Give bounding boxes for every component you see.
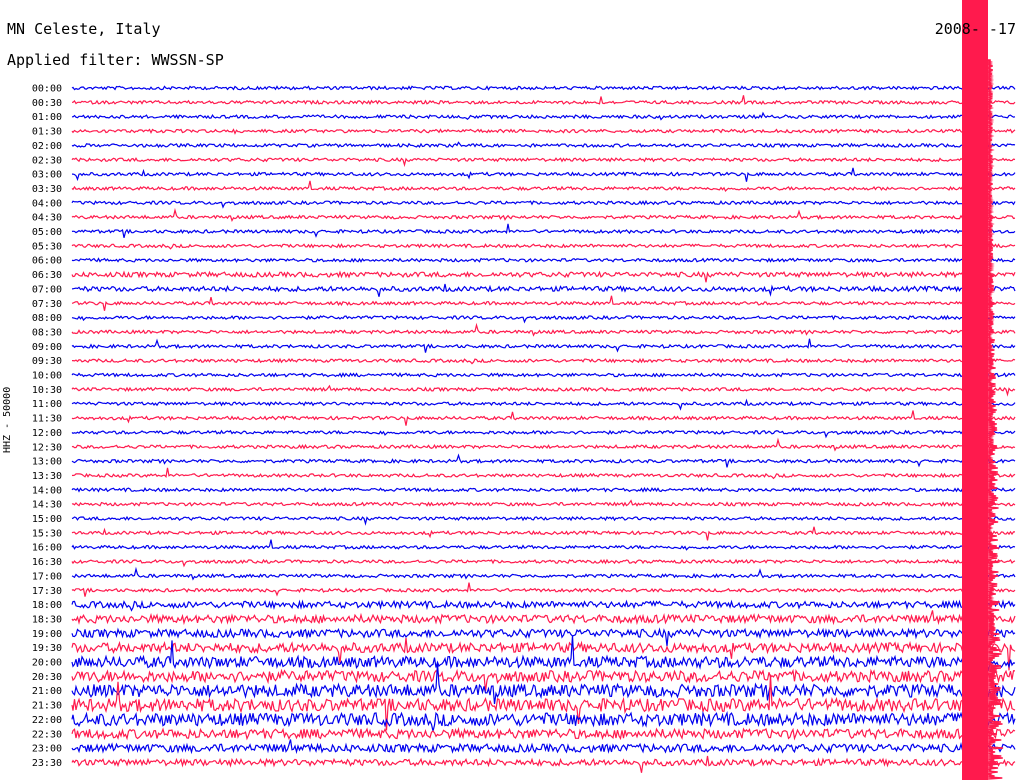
trace-line	[71, 467, 1016, 480]
trace-line	[71, 755, 1016, 773]
time-tick-label: 06:30	[32, 270, 62, 281]
trace-line	[71, 128, 1016, 135]
trace-line	[71, 453, 1016, 468]
time-tick-label: 22:30	[32, 729, 62, 740]
time-tick-label: 09:30	[32, 356, 62, 367]
time-tick-label: 02:00	[32, 141, 62, 152]
time-tick-label: 23:30	[32, 758, 62, 769]
time-tick-label: 18:30	[32, 614, 62, 625]
time-tick-label: 00:00	[32, 84, 62, 95]
trace-line	[71, 558, 1016, 568]
time-tick-label: 17:00	[32, 571, 62, 582]
trace-line	[71, 199, 1016, 209]
trace-line	[71, 314, 1016, 324]
trace-line	[71, 85, 1016, 91]
time-tick-label: 17:30	[32, 586, 62, 597]
trace-line	[71, 526, 1015, 541]
trace-line	[71, 710, 1016, 732]
trace-line	[71, 635, 1016, 671]
time-tick-label: 13:30	[32, 471, 62, 482]
trace-line	[72, 95, 1016, 106]
time-tick-label: 18:00	[32, 600, 62, 611]
trace-line	[71, 499, 1016, 507]
trace-line	[71, 295, 1016, 311]
time-tick-label: 15:30	[32, 528, 62, 539]
time-tick-label: 13:00	[32, 457, 62, 468]
trace-line	[71, 663, 1016, 705]
time-tick-label: 02:30	[32, 155, 62, 166]
trace-line	[71, 372, 1016, 378]
time-tick-label: 21:00	[32, 686, 62, 697]
date-label: 2008- -17	[934, 20, 1016, 38]
trace-line	[71, 223, 1016, 238]
trace-line	[71, 270, 1016, 283]
time-tick-label: 03:30	[32, 184, 62, 195]
trace-line	[71, 322, 1016, 337]
trace-line	[71, 398, 1016, 411]
time-tick-label: 19:00	[32, 629, 62, 640]
trace-line	[71, 599, 1016, 612]
time-tick-label: 05:30	[32, 241, 62, 252]
time-tick-label: 12:30	[32, 442, 62, 453]
trace-line	[71, 739, 1016, 762]
saturated-event-band	[962, 0, 988, 780]
time-tick-label: 08:00	[32, 313, 62, 324]
trace-line	[71, 338, 1016, 353]
time-tick-label: 06:00	[32, 256, 62, 267]
time-tick-label: 12:00	[32, 428, 62, 439]
trace-line	[71, 539, 1016, 551]
trace-line	[71, 111, 1016, 121]
trace-line	[71, 255, 1016, 263]
time-tick-label: 11:00	[32, 399, 62, 410]
trace-line	[71, 726, 1016, 741]
time-tick-label: 04:30	[32, 213, 62, 224]
trace-line	[71, 627, 1016, 647]
time-tick-label: 04:00	[32, 198, 62, 209]
trace-line	[71, 437, 1016, 452]
trace-line	[71, 610, 1016, 626]
trace-line	[71, 566, 1016, 581]
trace-line	[71, 141, 1016, 149]
trace-line	[71, 242, 1016, 250]
time-tick-label: 10:00	[32, 371, 62, 382]
trace-line	[71, 582, 1016, 597]
time-tick-label: 01:00	[32, 112, 62, 123]
trace-line	[71, 384, 1016, 397]
time-tick-label: 14:30	[32, 500, 62, 511]
time-tick-label: 19:30	[32, 643, 62, 654]
time-tick-label: 01:30	[32, 127, 62, 138]
time-tick-label: 07:30	[32, 299, 62, 310]
trace-line	[71, 429, 1016, 439]
trace-line	[71, 668, 1016, 692]
time-tick-label: 16:00	[32, 543, 62, 554]
time-tick-label: 20:00	[32, 658, 62, 669]
trace-line	[72, 357, 1016, 365]
time-tick-label: 11:30	[32, 414, 62, 425]
time-tick-label: 20:30	[32, 672, 62, 683]
trace-line	[71, 180, 1016, 193]
time-tick-label: 08:30	[32, 327, 62, 338]
time-tick-label: 00:30	[32, 98, 62, 109]
time-tick-label: 23:00	[32, 744, 62, 755]
time-tick-label: 03:00	[32, 170, 62, 181]
time-tick-label: 10:30	[32, 385, 62, 396]
time-tick-label: 15:00	[32, 514, 62, 525]
seismogram-chart: 00:00 00:30 01:00 01:30 02:00 02:30 03:00 03:30…	[32, 0, 1016, 780]
time-tick-label: 07:00	[32, 284, 62, 295]
time-tick-label: 21:30	[32, 701, 62, 712]
trace-line	[71, 486, 1016, 493]
trace-line	[71, 207, 1016, 222]
time-tick-label: 22:00	[32, 715, 62, 726]
time-tick-label: 14:00	[32, 485, 62, 496]
trace-line	[71, 515, 1016, 526]
time-tick-label: 05:00	[32, 227, 62, 238]
time-tick-label: 09:00	[32, 342, 62, 353]
trace-line	[71, 157, 1016, 168]
trace-line	[72, 167, 1016, 182]
trace-line	[71, 283, 1016, 297]
trace-line	[71, 410, 1016, 426]
time-tick-label: 16:30	[32, 557, 62, 568]
